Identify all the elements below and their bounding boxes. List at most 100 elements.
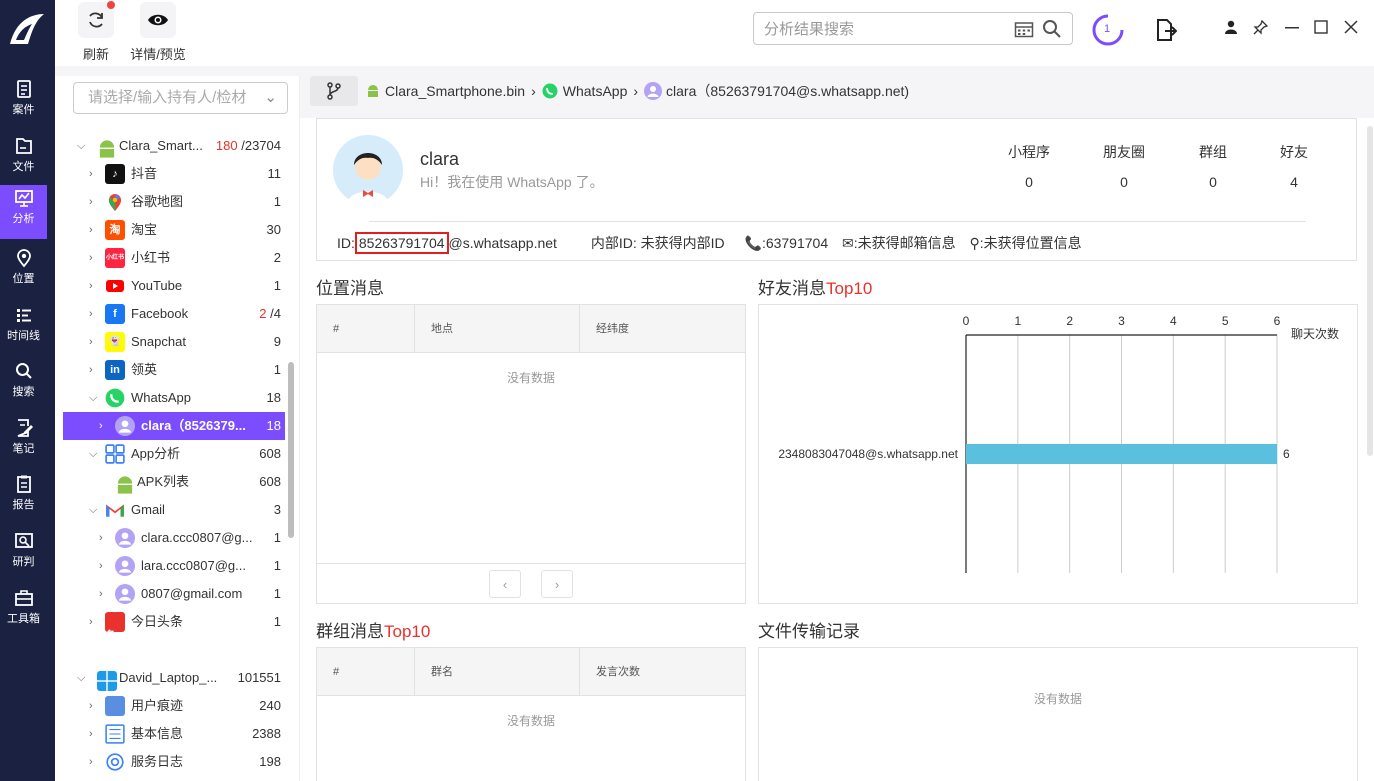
tree-node[interactable]: › clara（8526379... 18	[63, 412, 285, 440]
tree-node-label: 用户痕迹	[131, 698, 184, 713]
nav-item-file[interactable]: 文件	[0, 133, 47, 187]
chevron-right-icon[interactable]: ›	[89, 160, 93, 188]
tree-node-label: 抖音	[131, 166, 158, 181]
chevron-right-icon[interactable]: ›	[99, 580, 103, 608]
tree-node-count-text: 2	[273, 250, 281, 265]
nav-item-timeline[interactable]: 时间线	[0, 302, 47, 356]
maximize-icon[interactable]	[1314, 20, 1328, 34]
pin-icon[interactable]	[1253, 20, 1268, 35]
nav-item-judge[interactable]: 研判	[0, 528, 47, 582]
col-message-count[interactable]: 发言次数	[580, 648, 745, 696]
prev-page-button[interactable]: ‹	[489, 570, 521, 598]
tree-node[interactable]: › 谷歌地图 1	[63, 188, 285, 216]
col-coords[interactable]: 经纬度	[580, 305, 745, 353]
nav-item-label: 工具箱	[7, 613, 40, 625]
tree-node[interactable]: ⌵ App分析 608	[63, 440, 285, 468]
nav-item-label: 案件	[12, 104, 35, 116]
tree-node[interactable]: ⌵ David_Laptop_... 101551	[63, 664, 285, 692]
chevron-left-icon: ‹	[502, 576, 508, 592]
tree-node[interactable]: ⌵ Clara_Smart... 180 /23704	[63, 132, 285, 160]
close-icon[interactable]	[1344, 20, 1358, 34]
chevron-right-icon[interactable]: ›	[89, 748, 93, 776]
nav-item-label: 报告	[12, 499, 35, 511]
tree-node-label: 谷歌地图	[131, 194, 184, 209]
refresh-icon	[89, 12, 103, 28]
tree-node-label: APK列表	[137, 474, 190, 489]
refresh-button[interactable]: 刷新	[76, 0, 116, 66]
calendar-icon[interactable]	[1014, 20, 1034, 38]
nav-item-toolbox[interactable]: 工具箱	[0, 585, 47, 639]
chevron-down-icon[interactable]: ⌵	[77, 664, 85, 692]
tree-node[interactable]: › in 领英 1	[63, 356, 285, 384]
result-search-input[interactable]: 分析结果搜索	[753, 12, 1073, 45]
col-place[interactable]: 地点	[415, 305, 580, 353]
holder-select[interactable]: 请选择/输入持有人/检材 ⌄	[73, 82, 288, 114]
nav-item-analysis[interactable]: 分析	[0, 185, 47, 239]
tree-node[interactable]: ⌵ Gmail 3	[63, 496, 285, 524]
export-icon[interactable]	[1155, 18, 1177, 42]
tree-node[interactable]: › 基本信息 2388	[63, 720, 285, 748]
main-scrollbar[interactable]	[1367, 126, 1373, 456]
sidebar-scrollbar[interactable]	[288, 362, 294, 538]
nav-item-report[interactable]: 报告	[0, 471, 47, 525]
app-analysis-icon	[105, 444, 125, 464]
chevron-right-icon[interactable]: ›	[89, 720, 93, 748]
nav-item-location[interactable]: 位置	[0, 245, 47, 299]
chevron-right-icon[interactable]: ›	[89, 188, 93, 216]
chevron-right-icon[interactable]: ›	[89, 244, 93, 272]
col-index[interactable]: #	[317, 305, 415, 353]
chevron-down-icon[interactable]: ⌵	[89, 496, 97, 524]
tree-node-label: 领英	[131, 362, 158, 377]
search-icon[interactable]	[1042, 19, 1062, 39]
tree-node-label: 0807@gmail.com	[141, 586, 243, 601]
tree-node[interactable]: › 服务日志 198	[63, 748, 285, 776]
tree-node[interactable]: › 头条 今日头条 1	[63, 602, 285, 642]
chevron-down-icon[interactable]: ⌵	[89, 440, 97, 468]
chevron-right-icon[interactable]: ›	[89, 356, 93, 384]
tree-node[interactable]: › 淘淘宝 30	[63, 216, 285, 244]
nav-item-note[interactable]: 笔记	[0, 415, 47, 469]
nav-item-case[interactable]: 案件	[0, 76, 47, 130]
tree-node-count-text: /23704	[241, 138, 281, 153]
tree-node[interactable]: › f Facebook 2 /4	[63, 300, 285, 328]
tree-node[interactable]: › YouTube 1	[63, 272, 285, 300]
chevron-down-icon[interactable]: ⌵	[77, 132, 85, 160]
chevron-right-icon[interactable]: ›	[89, 300, 93, 328]
user-icon[interactable]	[1224, 20, 1238, 34]
tree-node[interactable]: › 0807@gmail.com 1	[63, 580, 285, 608]
tree-node[interactable]: › 👻 Snapchat 9	[63, 328, 285, 356]
xiaohongshu-icon: 小红书	[105, 248, 125, 268]
tree-node[interactable]: › lara.ccc0807@g... 1	[63, 552, 285, 580]
chevron-right-icon[interactable]: ›	[89, 328, 93, 356]
chevron-right-icon[interactable]: ›	[89, 216, 93, 244]
chevron-right-icon[interactable]: ›	[99, 412, 103, 440]
details-preview-button[interactable]: 详情/预览	[125, 0, 191, 66]
branch-toggle-button[interactable]	[310, 76, 358, 106]
tree-node[interactable]: › 小红书 小红书 2	[63, 244, 285, 272]
chevron-right-icon[interactable]: ›	[89, 272, 93, 300]
next-page-button[interactable]: ›	[541, 570, 573, 598]
tree-node[interactable]: APK列表 608	[63, 468, 285, 496]
nav-item-search[interactable]: 搜索	[0, 358, 47, 412]
tree-node-count: 30	[267, 216, 281, 244]
chevron-right-icon[interactable]: ›	[89, 692, 93, 720]
chevron-right-icon[interactable]: ›	[99, 524, 103, 552]
file-transfer-box: 没有数据	[758, 647, 1358, 781]
breadcrumb-app[interactable]: WhatsApp	[563, 83, 628, 99]
tree-node[interactable]: › 用户痕迹 240	[63, 692, 285, 720]
tree-node[interactable]: › ♪ 抖音 11	[63, 160, 285, 188]
breadcrumb-file[interactable]: Clara_Smartphone.bin	[385, 83, 525, 99]
minimize-icon[interactable]	[1285, 27, 1299, 29]
col-group-name[interactable]: 群名	[415, 648, 580, 696]
col-index[interactable]: #	[317, 648, 415, 696]
tree-node-count: 9	[274, 328, 281, 356]
task-progress-indicator[interactable]: 1	[1091, 13, 1125, 47]
stat-value: 0	[1209, 174, 1217, 190]
tree-node[interactable]: ⌵ WhatsApp 18	[63, 384, 285, 412]
chevron-right-icon[interactable]: ›	[99, 552, 103, 580]
tree-node-count: 198	[259, 748, 281, 776]
chevron-down-icon[interactable]: ⌵	[89, 384, 97, 412]
tree-node[interactable]: › clara.ccc0807@g... 1	[63, 524, 285, 552]
bar	[966, 444, 1277, 464]
chevron-right-icon[interactable]: ›	[89, 608, 93, 636]
